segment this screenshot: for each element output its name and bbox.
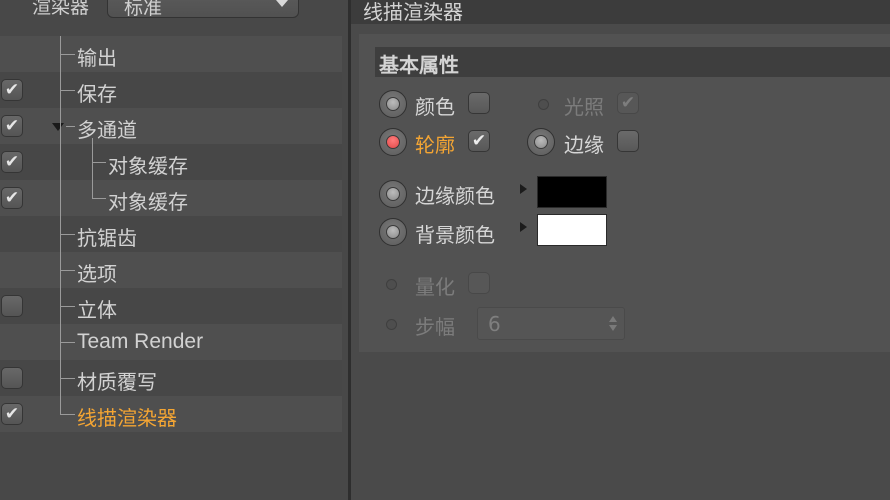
radio-dot xyxy=(386,135,400,149)
tree-item-checkbox[interactable] xyxy=(1,367,23,389)
tree-connector xyxy=(60,90,75,91)
radio-dot xyxy=(386,187,400,201)
renderer-dropdown[interactable]: 标准 xyxy=(107,0,299,19)
chevron-down-icon xyxy=(276,0,288,7)
background-color-animate-radio[interactable] xyxy=(379,218,407,246)
tree-item-object-buffer-1[interactable]: ✔ 对象缓存 xyxy=(0,144,342,180)
stepper-up-icon xyxy=(609,316,617,322)
radio-dot xyxy=(538,99,549,110)
stepper-icon xyxy=(609,316,619,332)
illumination-checkbox: ✔ xyxy=(617,92,639,114)
tree-item-label: 对象缓存 xyxy=(108,190,188,214)
color-label: 颜色 xyxy=(415,95,455,119)
tree-connector xyxy=(92,162,106,163)
outline-animate-radio[interactable] xyxy=(379,128,407,156)
radio-dot xyxy=(386,279,397,290)
tree-item-label: 对象缓存 xyxy=(108,154,188,178)
tree-item-antialiasing[interactable]: 抗锯齿 xyxy=(0,216,342,252)
quantize-label: 量化 xyxy=(415,275,455,299)
background-color-swatch[interactable] xyxy=(537,214,607,246)
outline-label: 轮廓 xyxy=(415,133,455,157)
tree-connector xyxy=(60,414,75,415)
quantize-animate-radio xyxy=(383,276,399,292)
tree-item-label: 线描渲染器 xyxy=(77,406,177,430)
tree-connector xyxy=(60,54,75,55)
triangle-down-icon[interactable] xyxy=(52,123,64,131)
tree-item-checkbox[interactable]: ✔ xyxy=(1,79,23,101)
tree-connector xyxy=(60,306,75,307)
tree-item-stereoscopic[interactable]: 立体 xyxy=(0,288,342,324)
tree-item-label: 多通道 xyxy=(77,118,137,142)
render-settings-tree-panel: 渲染器 标准 输出 ✔ 保存 ✔ 多通道 ✔ 对象缓存 ✔ 对象缓存 抗锯齿 选… xyxy=(0,0,348,500)
tree-connector xyxy=(92,138,93,198)
tree-item-output[interactable]: 输出 xyxy=(0,36,342,72)
tree-item-material-override[interactable]: 材质覆写 xyxy=(0,360,342,396)
tree-connector xyxy=(66,126,75,127)
background-color-label: 背景颜色 xyxy=(415,223,495,247)
tree-connector xyxy=(60,270,75,271)
group-title: 基本属性 xyxy=(379,53,459,77)
edge-color-swatch[interactable] xyxy=(537,176,607,208)
steps-label: 步幅 xyxy=(415,315,455,339)
tree-item-sketch-renderer[interactable]: ✔ 线描渲染器 xyxy=(0,396,342,432)
tree-item-checkbox[interactable]: ✔ xyxy=(1,403,23,425)
attribute-box: 基本属性 颜色 光照 ✔ 轮廓 ✔ 边缘 边缘颜色 背景颜色 量化 步幅 6 xyxy=(359,34,890,352)
tree-connector xyxy=(92,198,106,199)
radio-dot xyxy=(386,225,400,239)
tree-item-multipass[interactable]: ✔ 多通道 xyxy=(0,108,342,144)
panel-header: 线描渲染器 xyxy=(351,0,890,24)
renderer-row: 渲染器 标准 xyxy=(0,0,348,20)
tree-item-label: 材质覆写 xyxy=(77,370,157,394)
stepper-down-icon xyxy=(609,325,617,331)
tree-item-checkbox[interactable]: ✔ xyxy=(1,151,23,173)
tree-item-checkbox[interactable]: ✔ xyxy=(1,187,23,209)
edge-color-animate-radio[interactable] xyxy=(379,180,407,208)
tree-item-label: 输出 xyxy=(77,46,117,70)
tree-item-label: 抗锯齿 xyxy=(77,226,137,250)
play-arrow-icon[interactable] xyxy=(520,222,527,232)
steps-value: 6 xyxy=(488,312,501,336)
tree-connector xyxy=(60,36,61,415)
color-animate-radio[interactable] xyxy=(379,90,407,118)
edges-checkbox[interactable] xyxy=(617,130,639,152)
steps-number-field: 6 xyxy=(477,307,625,340)
tree-item-save[interactable]: ✔ 保存 xyxy=(0,72,342,108)
radio-dot xyxy=(534,135,548,149)
tree-item-options[interactable]: 选项 xyxy=(0,252,342,288)
steps-animate-radio xyxy=(383,316,399,332)
edge-color-label: 边缘颜色 xyxy=(415,184,495,208)
quantize-checkbox xyxy=(468,272,490,294)
radio-dot xyxy=(386,319,397,330)
renderer-dropdown-value: 标准 xyxy=(124,0,163,19)
tree-item-checkbox[interactable]: ✔ xyxy=(1,115,23,137)
tree-item-label: 保存 xyxy=(77,82,117,106)
panel-title: 线描渲染器 xyxy=(363,0,463,24)
edges-animate-radio[interactable] xyxy=(527,128,555,156)
tree-item-label: Team Render xyxy=(77,330,204,353)
color-checkbox[interactable] xyxy=(468,92,490,114)
tree-item-team-render[interactable]: Team Render xyxy=(0,324,342,360)
renderer-label: 渲染器 xyxy=(32,0,90,18)
tree-connector xyxy=(60,378,75,379)
radio-dot xyxy=(386,97,400,111)
outline-checkbox[interactable]: ✔ xyxy=(468,130,490,152)
sketch-renderer-panel: 线描渲染器 基本属性 颜色 光照 ✔ 轮廓 ✔ 边缘 边缘颜色 背景颜色 量化 xyxy=(351,0,890,500)
tree-item-checkbox[interactable] xyxy=(1,295,23,317)
edges-label: 边缘 xyxy=(564,133,604,157)
illumination-label: 光照 xyxy=(564,95,604,119)
tree-connector xyxy=(60,342,75,343)
tree-item-object-buffer-2[interactable]: ✔ 对象缓存 xyxy=(0,180,342,216)
tree-connector xyxy=(60,234,75,235)
illumination-animate-radio xyxy=(535,96,551,112)
play-arrow-icon[interactable] xyxy=(520,184,527,194)
tree-item-label: 立体 xyxy=(77,298,117,322)
group-header-basic[interactable]: 基本属性 xyxy=(375,47,890,77)
tree-item-label: 选项 xyxy=(77,262,117,286)
